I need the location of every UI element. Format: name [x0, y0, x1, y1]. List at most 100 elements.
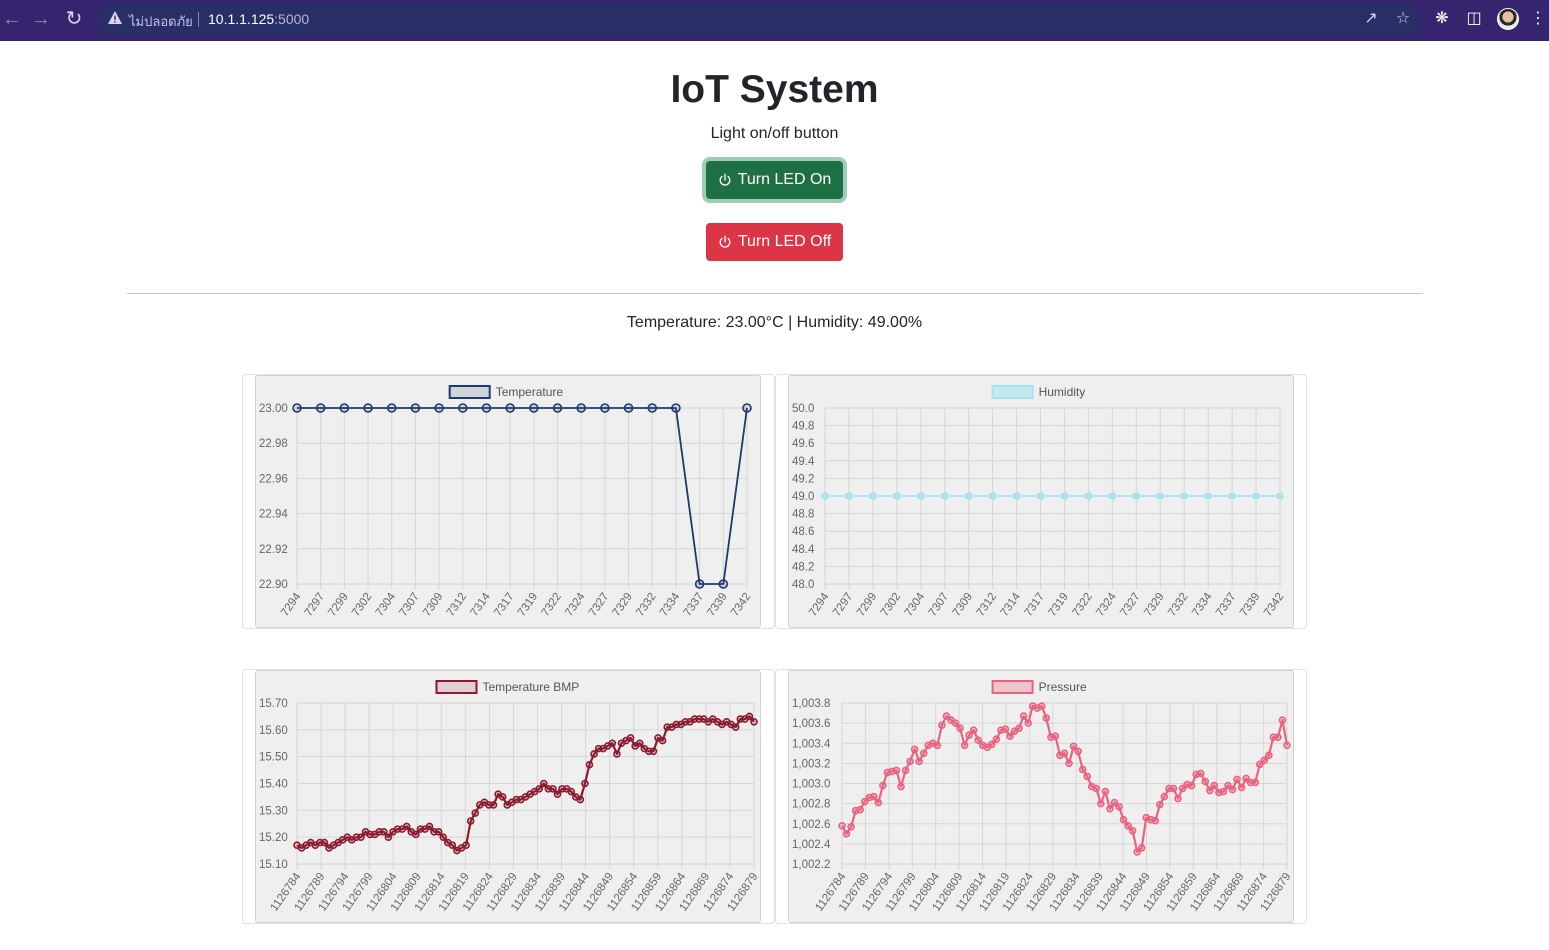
page-title: IoT System	[670, 68, 879, 111]
x-tick-label: 7309	[951, 591, 976, 619]
x-tick-label: 7312	[445, 591, 470, 619]
data-point	[845, 492, 853, 500]
extensions-icon[interactable]: ❋	[1432, 9, 1452, 29]
forward-icon[interactable]: →	[29, 7, 53, 31]
data-point	[1060, 492, 1069, 500]
data-point	[856, 805, 864, 814]
data-point	[1228, 785, 1237, 794]
data-point	[498, 793, 507, 801]
data-point	[1251, 778, 1260, 787]
data-point	[1196, 769, 1205, 778]
legend-swatch	[435, 680, 478, 694]
data-point	[553, 790, 562, 799]
x-tick-label: 7324	[563, 590, 588, 618]
data-point	[466, 817, 475, 825]
data-point	[1174, 794, 1182, 803]
x-tick-label: 7342	[1262, 591, 1287, 619]
side-panel-icon[interactable]: ◫	[1464, 9, 1484, 29]
x-tick-label: 7334	[658, 590, 683, 618]
y-tick-label: 49.8	[792, 421, 814, 433]
legend-label: Humidity	[1039, 385, 1086, 399]
data-point	[906, 757, 914, 766]
x-tick-label: 7294	[279, 590, 304, 618]
omnibox-divider	[198, 12, 199, 27]
x-tick-label: 7339	[705, 591, 730, 619]
data-point	[649, 747, 658, 756]
bookmark-star-icon[interactable]: ☆	[1394, 10, 1412, 28]
x-tick-label: 7297	[831, 591, 856, 619]
data-point	[951, 719, 960, 727]
data-point	[576, 403, 587, 413]
power-icon	[719, 173, 731, 186]
data-point	[1132, 492, 1141, 500]
data-point	[585, 760, 594, 769]
data-point	[821, 492, 829, 500]
y-tick-label: 1,002.8	[792, 799, 830, 811]
x-tick-label: 7302	[350, 591, 375, 619]
x-tick-label: 7342	[729, 591, 754, 619]
data-point	[626, 734, 635, 742]
data-point	[897, 782, 905, 791]
data-point	[600, 403, 610, 413]
turn-led-on-label: Turn LED On	[737, 171, 832, 188]
x-tick-label: 7322	[1070, 591, 1095, 619]
data-point	[462, 841, 470, 850]
temperature-chart: Temperature 23.00 22.98 22.96 22.94 22.92 22.9…	[259, 385, 754, 619]
data-point	[1083, 772, 1092, 781]
y-tick-label: 22.94	[259, 509, 288, 521]
data-point	[1078, 765, 1087, 774]
y-tick-label: 48.0	[792, 579, 814, 591]
data-point	[910, 745, 919, 754]
data-point	[671, 403, 681, 413]
data-point	[1019, 712, 1028, 720]
turn-led-on-button[interactable]: Turn LED On	[706, 161, 843, 199]
data-point	[434, 828, 443, 836]
data-point	[576, 795, 585, 804]
turn-led-off-button[interactable]: Turn LED Off	[706, 223, 843, 261]
legend-swatch	[991, 680, 1034, 694]
x-tick-label: 7304	[903, 590, 928, 618]
data-point	[1283, 741, 1291, 750]
data-point	[590, 750, 598, 758]
data-point	[320, 838, 329, 847]
back-icon[interactable]: ←	[0, 7, 24, 31]
menu-kebab-icon[interactable]: ⋮	[1528, 9, 1548, 29]
share-icon[interactable]: ↗	[1362, 10, 1380, 28]
data-point	[386, 403, 397, 413]
data-point	[892, 766, 901, 775]
warning-icon	[108, 11, 122, 24]
x-tick-label: 7327	[587, 591, 612, 619]
data-point	[750, 717, 758, 726]
data-point	[380, 828, 388, 836]
data-point	[893, 492, 901, 500]
data-point	[339, 403, 350, 413]
data-point	[1201, 777, 1210, 786]
data-point	[552, 403, 563, 413]
y-tick-label: 49.2	[792, 473, 814, 485]
reload-icon[interactable]: ↻	[62, 7, 86, 31]
data-point	[1137, 844, 1146, 852]
profile-avatar[interactable]	[1497, 8, 1519, 30]
data-point	[434, 403, 444, 413]
data-point	[357, 833, 365, 841]
chart-legend: Pressure	[991, 680, 1087, 694]
data-point	[694, 579, 705, 589]
x-tick-label: 7304	[374, 590, 399, 618]
data-point	[1006, 732, 1014, 741]
data-point	[1204, 492, 1212, 500]
data-point	[1069, 742, 1078, 751]
address-bar[interactable]: ไม่ปลอดภัย 10.1.1.125:5000 ↗ ☆	[97, 4, 1420, 35]
data-point	[847, 822, 855, 831]
data-point	[581, 779, 589, 788]
y-tick-label: 22.90	[259, 579, 288, 591]
data-point	[539, 779, 548, 788]
data-point	[448, 841, 457, 850]
data-point	[608, 739, 617, 748]
data-point	[965, 731, 973, 739]
data-point	[1206, 786, 1214, 795]
security-label[interactable]: ไม่ปลอดภัย	[129, 11, 193, 32]
url-text[interactable]: 10.1.1.125:5000	[208, 11, 309, 27]
data-point	[315, 403, 326, 413]
data-point	[1024, 719, 1032, 727]
x-tick-label: 7327	[1118, 591, 1143, 619]
